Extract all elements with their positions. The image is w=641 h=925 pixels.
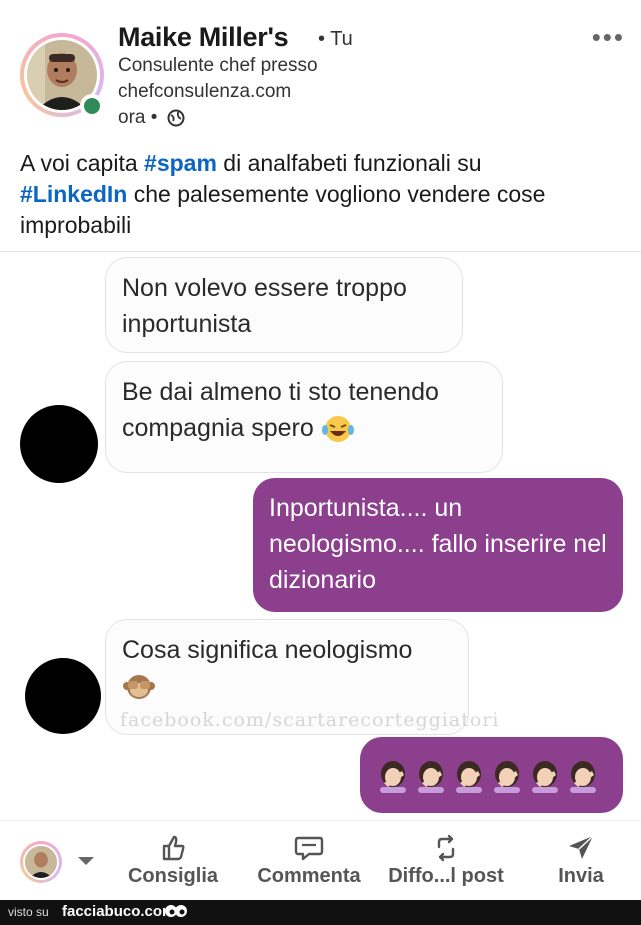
post-action-bar: Consiglia Commenta Diffo...l post Invia	[0, 820, 641, 900]
more-options-icon[interactable]: •••	[592, 22, 625, 53]
redacted-avatar	[25, 658, 101, 734]
globe-icon	[167, 109, 185, 127]
message-text: Cosa significa neologismo	[122, 636, 413, 664]
chat-screenshot: Non volevo essere troppo inportunista Be…	[0, 253, 641, 820]
see-no-evil-monkey-emoji-icon	[123, 675, 155, 700]
online-status-dot	[80, 94, 104, 118]
facciabuco-eyes-icon	[165, 905, 187, 917]
post-body: A voi capita #spam di analfabeti funzion…	[20, 148, 625, 241]
hashtag-spam[interactable]: #spam	[144, 150, 217, 176]
you-badge: • Tu	[318, 28, 353, 50]
send-label: Invia	[558, 865, 604, 887]
message-outgoing-emojis	[360, 737, 623, 813]
thumbs-up-icon	[162, 835, 185, 861]
facepalm-woman-emoji-icon	[380, 761, 596, 793]
facebook-watermark: facebook.com/scartarecorteggiatori	[120, 709, 500, 731]
author-headline-line1: Consulente chef presso	[118, 55, 318, 76]
author-headline-line2: chefconsulenza.com	[118, 81, 292, 102]
current-user-avatar[interactable]	[20, 841, 62, 883]
site-link[interactable]: facciabuco.com	[62, 903, 175, 920]
send-icon	[569, 835, 594, 859]
post-time-label: ora •	[118, 107, 158, 128]
hashtag-linkedin[interactable]: #LinkedIn	[20, 181, 127, 207]
repost-button[interactable]: Diffo...l post	[376, 833, 516, 888]
message-text: Be dai almeno ti sto tenendo compagnia s…	[122, 378, 439, 442]
like-button[interactable]: Consiglia	[118, 833, 228, 888]
redacted-avatar	[20, 405, 98, 483]
post-text-part2: di analfabeti funzionali su	[216, 150, 482, 176]
comment-label: Commenta	[257, 865, 361, 887]
chevron-down-icon[interactable]	[78, 857, 94, 865]
message-outgoing: Inportunista.... un neologismo.... fallo…	[253, 478, 623, 612]
message-incoming: Be dai almeno ti sto tenendo compagnia s…	[105, 361, 503, 473]
linkedin-post: Maike Miller's • Tu ••• Consulente chef …	[0, 0, 641, 252]
author-name[interactable]: Maike Miller's	[118, 22, 289, 53]
comment-icon	[294, 836, 324, 861]
post-text-part1: A voi capita	[20, 150, 145, 176]
comment-button[interactable]: Commenta	[248, 833, 370, 888]
visto-su-label: visto su	[8, 905, 49, 919]
facciabuco-footer: visto su facciabuco.com	[0, 900, 641, 925]
repost-icon	[437, 834, 455, 862]
repost-label: Diffo...l post	[388, 865, 504, 887]
user-portrait-icon	[25, 846, 57, 878]
send-button[interactable]: Invia	[548, 833, 614, 888]
post-time: ora •	[118, 107, 185, 129]
laughing-tears-emoji-icon	[321, 416, 354, 443]
message-incoming: Non volevo essere troppo inportunista	[105, 257, 463, 353]
like-label: Consiglia	[127, 865, 218, 887]
